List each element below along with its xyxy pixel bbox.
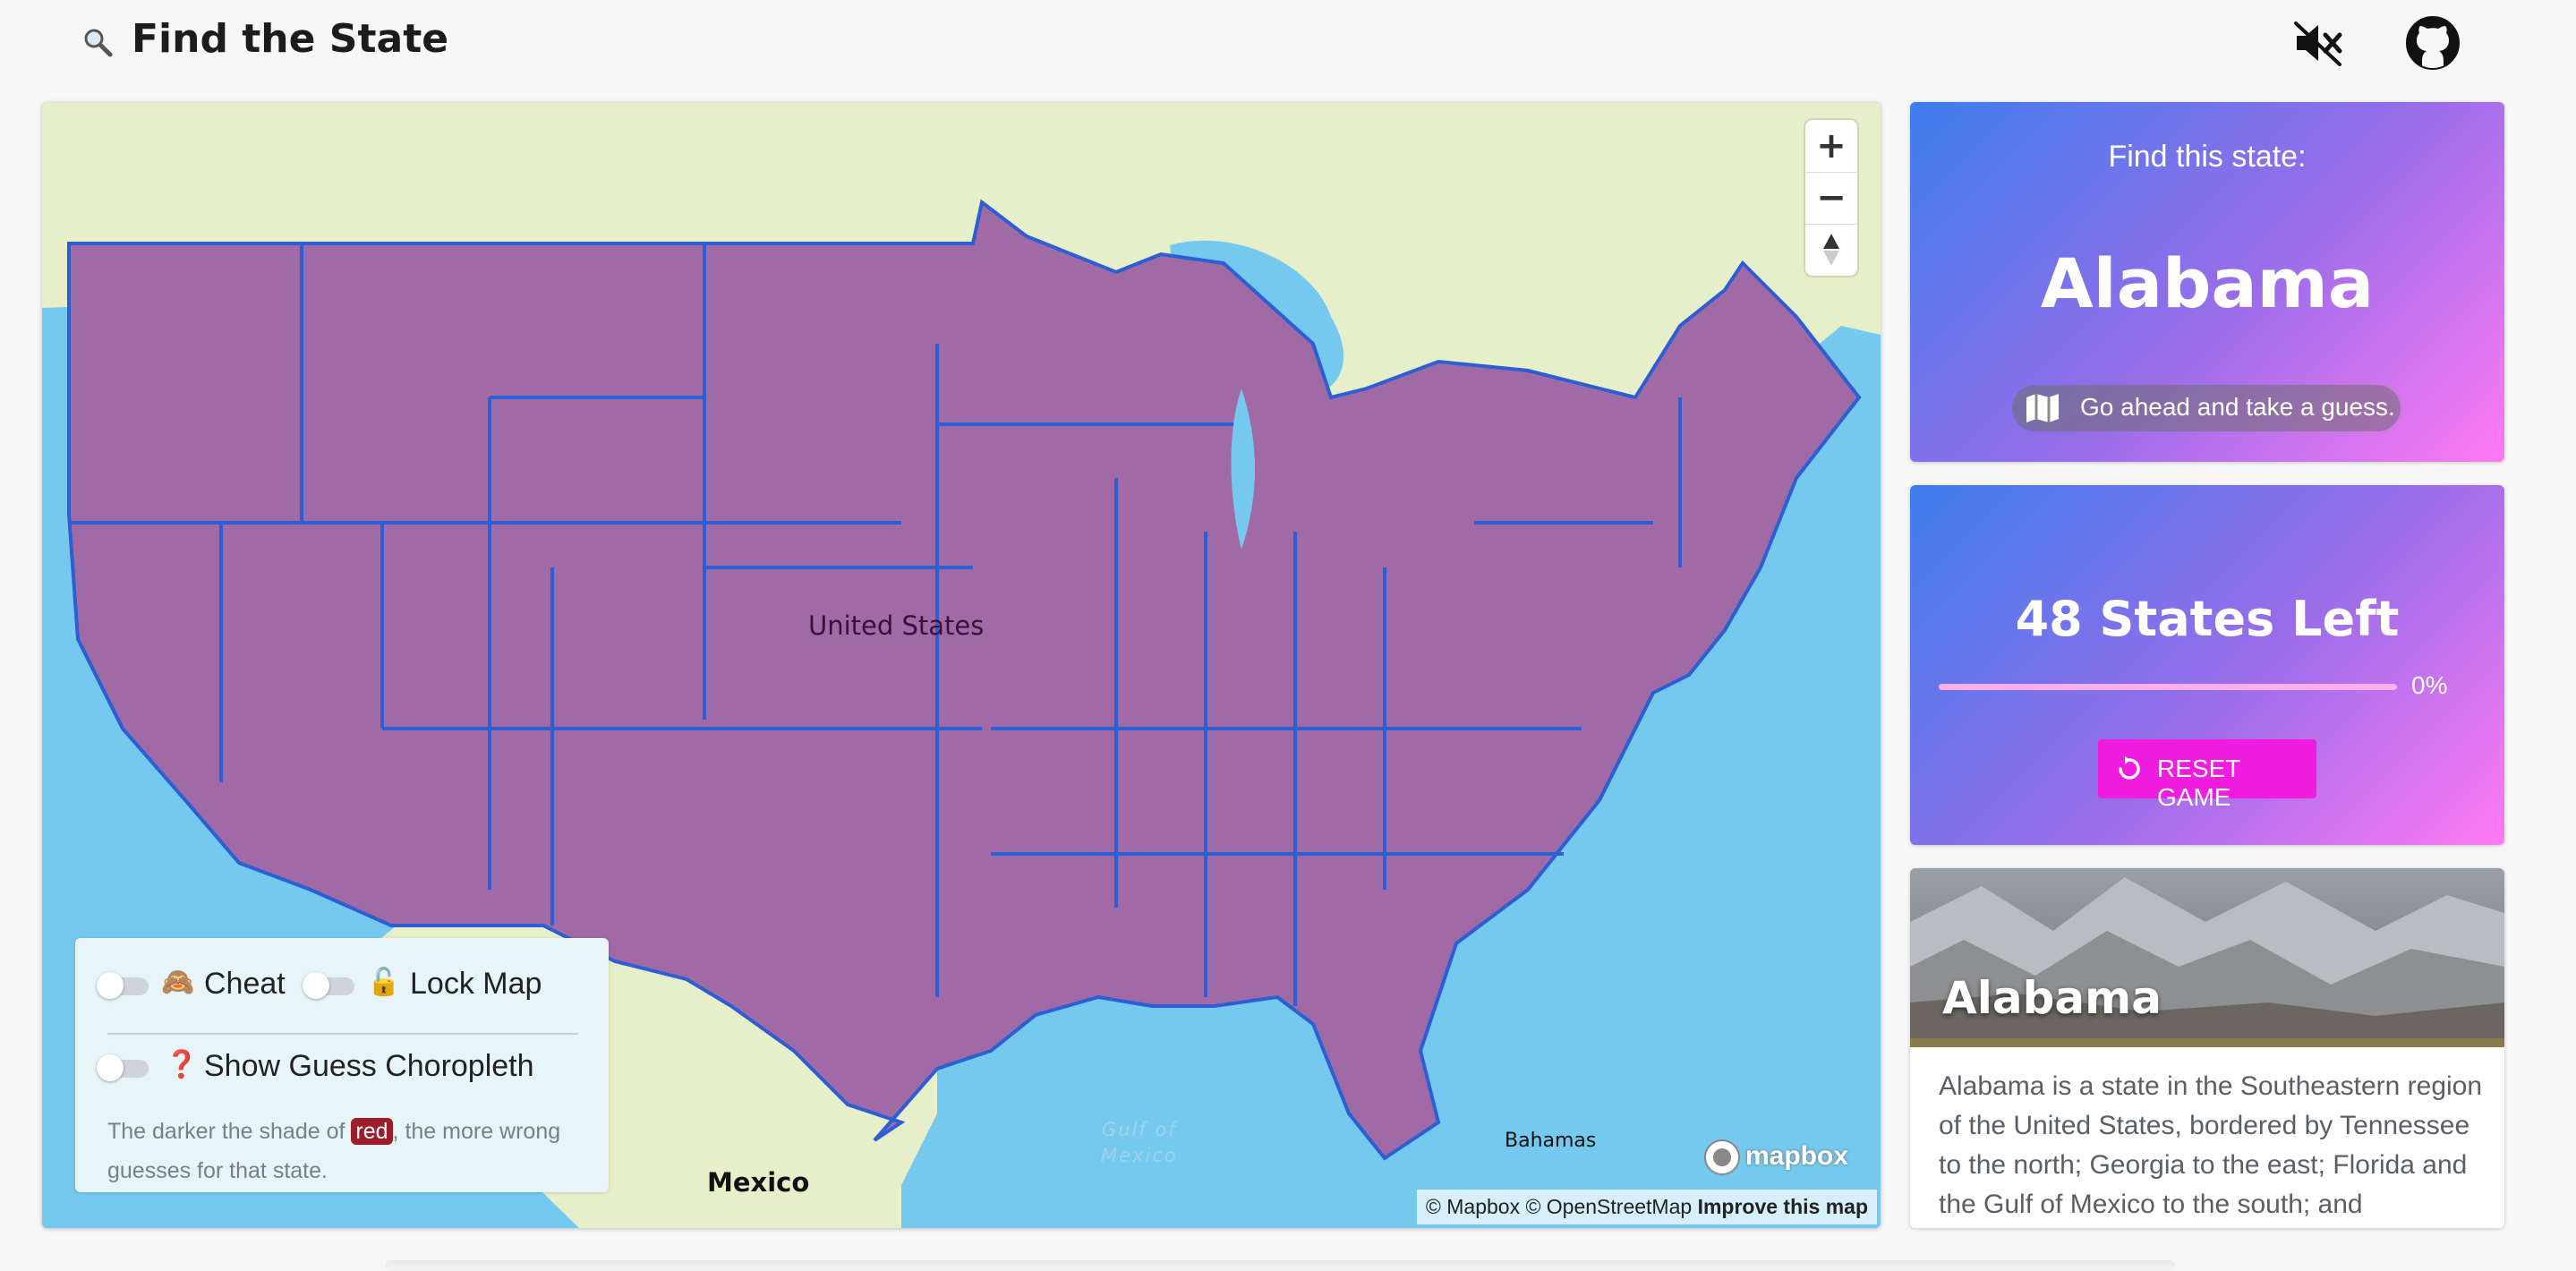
cheat-toggle[interactable] [97, 972, 149, 999]
monkey-icon: 🙈 [161, 967, 195, 998]
map-view[interactable]: United States Mexico Bahamas Gulf of Mex… [42, 102, 1881, 1228]
mapbox-logo-text: mapbox [1745, 1141, 1849, 1171]
unlocked-icon: 🔓 [367, 967, 401, 998]
footer-shadow [385, 1260, 2175, 1271]
state-info-card: Alabama Alabama is a state in the Southe… [1910, 868, 2504, 1228]
target-state-name: Alabama [2040, 243, 2375, 323]
help-text-before: The darker the shade of [107, 1119, 345, 1144]
progress-percent: 0% [2411, 671, 2448, 699]
page-title: Find the State [132, 16, 449, 62]
choropleth-label: Show Guess Choropleth [204, 1049, 534, 1083]
reset-game-label: RESET GAME [2157, 755, 2240, 811]
choropleth-toggle[interactable] [97, 1054, 149, 1081]
compass-button[interactable] [1805, 224, 1857, 276]
hint-text: Go ahead and take a guess. [2080, 393, 2395, 421]
label-mexico: Mexico [707, 1167, 810, 1198]
choropleth-help-text: The darker the shade of red, the more wr… [107, 1112, 591, 1190]
state-description: Alabama is a state in the Southeastern r… [1939, 1071, 2483, 1219]
states-left-count: 48 States Left [2015, 591, 2400, 647]
magnifier-icon [82, 27, 113, 57]
mapbox-logo-icon [1704, 1139, 1740, 1175]
reset-icon [2119, 756, 2140, 780]
improve-map-link[interactable]: Improve this map [1698, 1195, 1868, 1218]
compass-icon [1823, 234, 1839, 266]
question-icon: ❓ [165, 1049, 199, 1080]
map-icon [2026, 394, 2059, 422]
mapbox-logo[interactable]: mapbox [1702, 1138, 1860, 1177]
progress-card: 48 States Left 0% RESET GAME [1910, 485, 2504, 845]
cheat-label: Cheat [204, 967, 286, 1001]
hint-badge: Go ahead and take a guess. [2012, 385, 2401, 431]
control-panel: 🙈 Cheat 🔓 Lock Map ❓ Show Guess Chorople… [75, 938, 609, 1192]
lock-map-label: Lock Map [410, 967, 542, 1001]
state-info-title: Alabama [1942, 972, 2162, 1024]
app-header: Find the State [0, 0, 2576, 86]
speaker-muted-icon [2294, 21, 2342, 66]
label-united-states: United States [808, 610, 985, 641]
reset-game-button[interactable]: RESET GAME [2098, 739, 2316, 811]
toggle-knob [97, 972, 124, 999]
github-icon [2406, 16, 2460, 70]
zoom-control: + − [1805, 120, 1857, 276]
gulf-label-line1: Gulf of [1101, 1119, 1177, 1140]
toggle-knob [97, 1054, 124, 1081]
label-bahamas: Bahamas [1505, 1130, 1597, 1152]
zoom-out-button[interactable]: − [1805, 172, 1857, 225]
red-tag: red [351, 1118, 393, 1145]
github-link[interactable] [2406, 16, 2460, 70]
target-prompt: Find this state: [2108, 140, 2307, 174]
label-gulf-of-mexico: Gulf of Mexico [1101, 1117, 1178, 1169]
attribution-text: © Mapbox © OpenStreetMap [1425, 1195, 1693, 1218]
zoom-in-button[interactable]: + [1805, 120, 1857, 173]
target-card: Find this state: Alabama Go ahead and ta… [1910, 102, 2504, 462]
progress-bar [1939, 684, 2397, 690]
lock-map-toggle[interactable] [303, 972, 354, 999]
gulf-label-line2: Mexico [1101, 1145, 1178, 1166]
map-attribution: © Mapbox © OpenStreetMap Improve this ma… [1416, 1190, 1877, 1224]
mute-button[interactable] [2293, 20, 2343, 66]
divider [107, 1033, 578, 1035]
toggle-knob [303, 972, 329, 999]
